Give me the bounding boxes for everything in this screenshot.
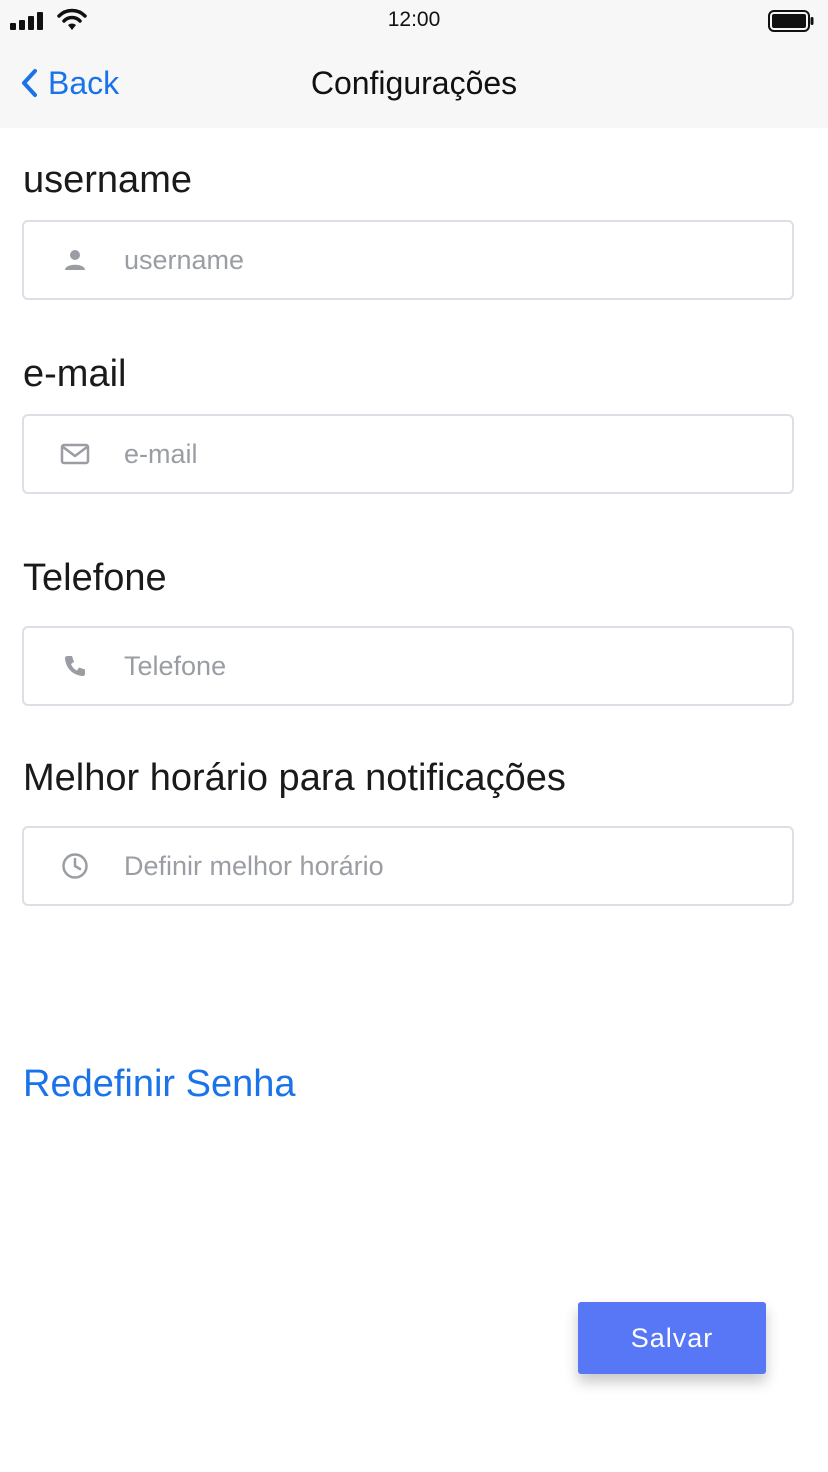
best-time-input[interactable] (124, 850, 764, 882)
battery-icon (768, 10, 814, 32)
reset-password-link[interactable]: Redefinir Senha (23, 1060, 296, 1108)
user-icon (60, 245, 90, 275)
best-time-label: Melhor horário para notificações (23, 757, 566, 799)
top-bar: 12:00 Back Configurações (0, 0, 828, 128)
phone-label: Telefone (23, 557, 167, 599)
clock-icon (60, 851, 90, 881)
email-label: e-mail (23, 353, 127, 395)
username-input[interactable] (124, 244, 764, 276)
username-label: username (23, 159, 192, 201)
email-field[interactable] (22, 414, 794, 494)
save-button[interactable]: Salvar (578, 1302, 766, 1374)
phone-input[interactable] (124, 650, 764, 682)
best-time-field[interactable] (22, 826, 794, 906)
settings-screen: 12:00 Back Configurações username e-mail (0, 0, 828, 1472)
status-time: 12:00 (387, 8, 441, 31)
phone-field[interactable] (22, 626, 794, 706)
email-input[interactable] (124, 438, 764, 470)
username-field[interactable] (22, 220, 794, 300)
mail-icon (60, 439, 90, 469)
phone-icon (60, 651, 90, 681)
page-title: Configurações (310, 65, 518, 101)
